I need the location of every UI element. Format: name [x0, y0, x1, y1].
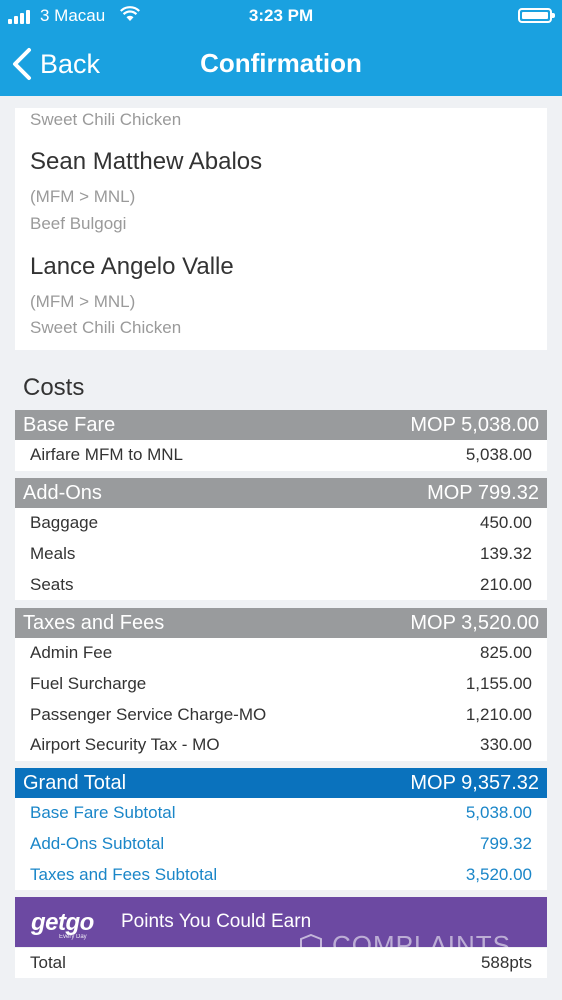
cost-value: 5,038.00: [465, 445, 532, 465]
cost-row: Fuel Surcharge 1,155.00: [15, 669, 547, 700]
passenger-meal: Sweet Chili Chicken: [30, 318, 182, 337]
taxes-fees-section: Taxes and Fees MOP 3,520.00 Admin Fee 82…: [15, 608, 547, 761]
page-title: Confirmation: [200, 48, 362, 78]
points-heading: Points You Could Earn: [121, 911, 312, 932]
points-total-value: 588pts: [480, 953, 532, 972]
subtotal-label: Add-Ons Subtotal: [30, 834, 165, 854]
grand-total-header: Grand Total MOP 9,357.32: [15, 768, 547, 798]
grand-total-section: Grand Total MOP 9,357.32 Base Fare Subto…: [15, 768, 547, 891]
battery-icon: [518, 8, 555, 23]
points-total-label: Total: [30, 953, 66, 972]
cost-value: 450.00: [480, 513, 532, 533]
cost-row: Baggage 450.00: [15, 508, 547, 539]
getgo-points-banner: getgo Every Day Points You Could Earn: [15, 897, 547, 947]
cost-label: Baggage: [30, 513, 99, 533]
costs-heading: Costs: [23, 374, 85, 401]
passenger-meal: Beef Bulgogi: [30, 214, 127, 233]
cost-row: Airport Security Tax - MO 330.00: [15, 730, 547, 761]
subtotal-value: 5,038.00: [465, 803, 532, 823]
subtotal-value: 799.32: [480, 834, 532, 854]
cost-label: Airfare MFM to MNL: [30, 445, 184, 465]
cost-value: 1,210.00: [465, 704, 532, 724]
cost-row: Meals 139.32: [15, 539, 547, 570]
section-header: Add-Ons MOP 799.32: [15, 478, 547, 508]
cost-row: Passenger Service Charge-MO 1,210.00: [15, 699, 547, 730]
subtotal-row: Base Fare Subtotal 5,038.00: [15, 798, 547, 829]
cost-value: 825.00: [480, 643, 532, 663]
cost-value: 210.00: [480, 574, 532, 594]
cost-label: Passenger Service Charge-MO: [30, 704, 267, 724]
getgo-tagline: Every Day: [59, 934, 87, 940]
passenger-card: Sweet Chili Chicken Sean Matthew Abalos …: [15, 108, 547, 350]
subtotal-row: Add-Ons Subtotal 799.32: [15, 829, 547, 860]
cost-label: Fuel Surcharge: [30, 674, 147, 694]
subtotal-label: Taxes and Fees Subtotal: [30, 864, 218, 884]
section-label: Base Fare: [23, 413, 116, 436]
cost-row: Seats 210.00: [15, 569, 547, 600]
passenger-meal: Sweet Chili Chicken: [30, 110, 182, 129]
section-header: Taxes and Fees MOP 3,520.00: [15, 608, 547, 638]
cost-value: 139.32: [480, 544, 532, 564]
passenger-name: Lance Angelo Valle: [30, 253, 234, 280]
section-label: Taxes and Fees: [23, 611, 165, 634]
add-ons-section: Add-Ons MOP 799.32 Baggage 450.00 Meals …: [15, 478, 547, 601]
cost-value: 330.00: [480, 735, 532, 755]
passenger-route: (MFM > MNL): [30, 292, 136, 311]
cost-label: Meals: [30, 544, 76, 564]
passenger-route: (MFM > MNL): [30, 187, 136, 206]
cost-label: Airport Security Tax - MO: [30, 735, 220, 755]
subtotal-value: 3,520.00: [465, 864, 532, 884]
cost-value: 1,155.00: [465, 674, 532, 694]
section-label: Grand Total: [23, 771, 127, 794]
cost-label: Admin Fee: [30, 643, 113, 663]
section-header: Base Fare MOP 5,038.00: [15, 410, 547, 440]
status-bar: 3 Macau 3:23 PM: [0, 0, 562, 32]
section-amount: MOP 3,520.00: [410, 611, 539, 634]
base-fare-section: Base Fare MOP 5,038.00 Airfare MFM to MN…: [15, 410, 547, 471]
cost-row: Airfare MFM to MNL 5,038.00: [15, 440, 547, 471]
section-amount: MOP 799.32: [427, 481, 539, 504]
subtotal-label: Base Fare Subtotal: [30, 803, 176, 823]
cost-label: Seats: [30, 574, 74, 594]
getgo-logo: getgo: [31, 909, 94, 936]
points-total-row: Total 588pts: [15, 948, 547, 978]
cost-row: Admin Fee 825.00: [15, 638, 547, 669]
section-label: Add-Ons: [23, 481, 102, 504]
navigation-bar: 3 Macau 3:23 PM Back Confirmation: [0, 0, 562, 96]
subtotal-row: Taxes and Fees Subtotal 3,520.00: [15, 859, 547, 890]
passenger-name: Sean Matthew Abalos: [30, 148, 263, 175]
clock: 3:23 PM: [248, 6, 314, 25]
grand-total-amount: MOP 9,357.32: [410, 771, 539, 794]
section-amount: MOP 5,038.00: [410, 413, 539, 436]
